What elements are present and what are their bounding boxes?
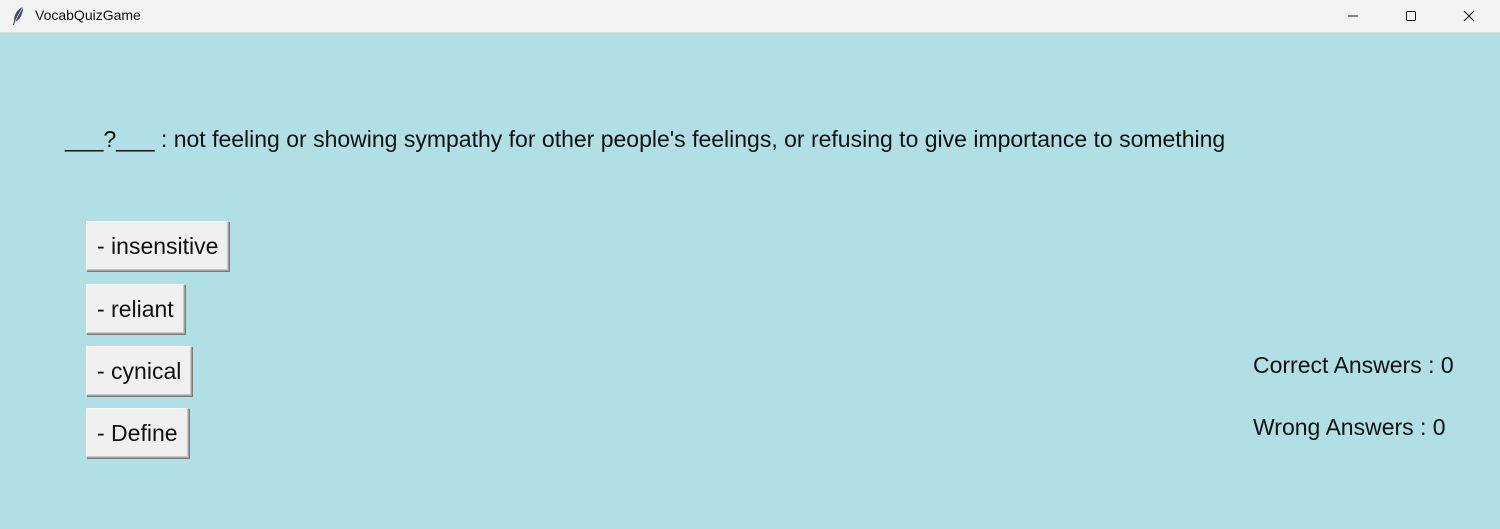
maximize-icon xyxy=(1405,10,1417,22)
option-button-cynical[interactable]: - cynical xyxy=(86,346,193,396)
wrong-answers-label: Wrong Answers : 0 xyxy=(1253,414,1446,440)
feather-icon xyxy=(11,6,25,26)
correct-answers-label: Correct Answers : 0 xyxy=(1253,352,1454,378)
app-window: VocabQuizGame ___?___ : not feeling or s… xyxy=(0,0,1500,529)
maximize-button[interactable] xyxy=(1382,0,1440,32)
title-bar[interactable]: VocabQuizGame xyxy=(0,0,1500,33)
question-text: ___?___ : not feeling or showing sympath… xyxy=(65,126,1226,152)
define-button[interactable]: - Define xyxy=(86,408,189,458)
close-icon xyxy=(1463,10,1475,22)
minimize-icon xyxy=(1347,10,1359,22)
option-button-reliant[interactable]: - reliant xyxy=(86,284,185,334)
window-title: VocabQuizGame xyxy=(35,7,141,23)
option-button-insensitive[interactable]: - insensitive xyxy=(86,221,230,271)
close-button[interactable] xyxy=(1440,0,1498,32)
minimize-button[interactable] xyxy=(1324,0,1382,32)
